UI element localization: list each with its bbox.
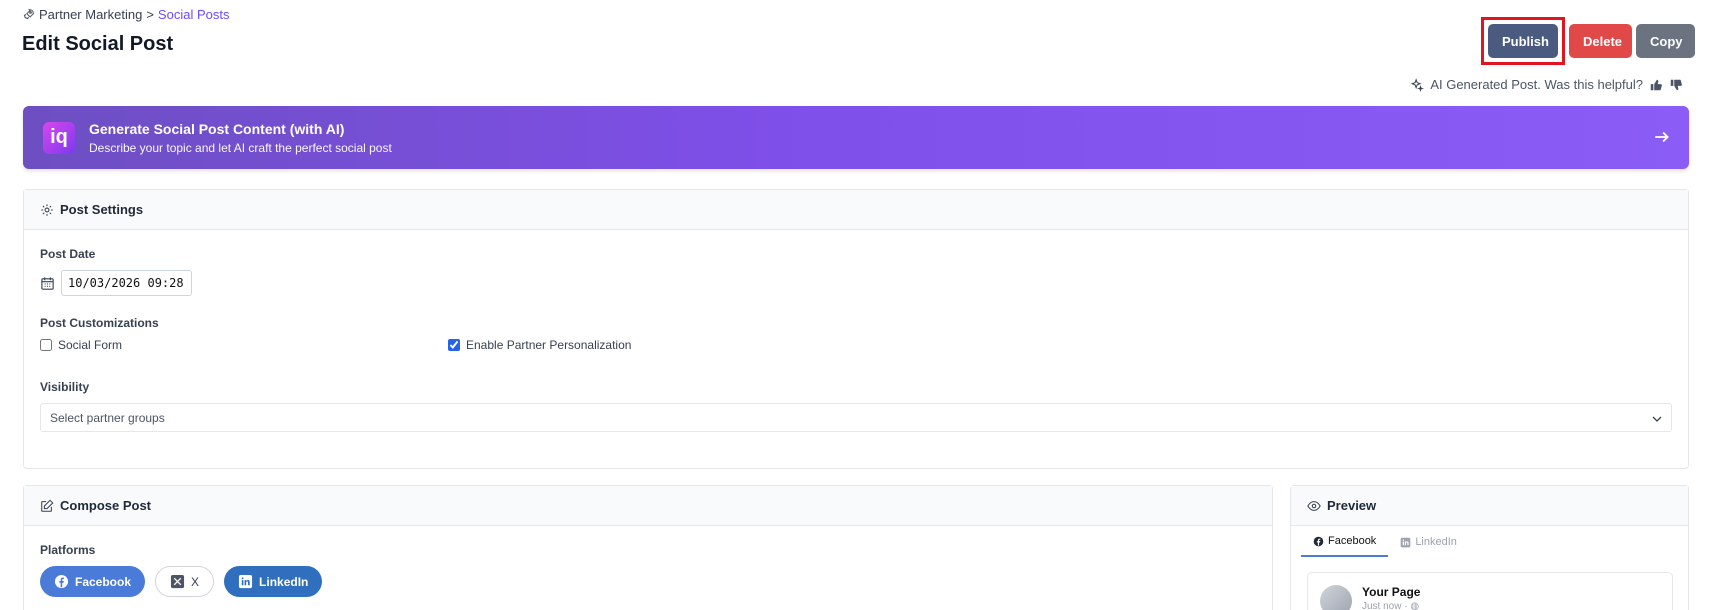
- post-settings-header: Post Settings: [24, 190, 1688, 230]
- linkedin-icon: [1401, 537, 1411, 547]
- platform-linkedin-label: LinkedIn: [259, 574, 309, 589]
- tab-facebook[interactable]: Facebook: [1301, 527, 1389, 557]
- rocket-icon: [23, 9, 34, 20]
- thumbs-up-icon[interactable]: [1649, 78, 1663, 92]
- preview-header: Preview: [1291, 486, 1688, 526]
- calendar-icon[interactable]: [40, 276, 55, 291]
- visibility-label: Visibility: [40, 380, 90, 394]
- ai-banner-subtitle: Describe your topic and let AI craft the…: [89, 140, 392, 155]
- breadcrumb: Partner Marketing > Social Posts: [22, 7, 229, 22]
- platform-linkedin[interactable]: LinkedIn: [224, 566, 323, 597]
- tab-facebook-label: Facebook: [1328, 535, 1377, 547]
- facebook-preview-post: Your Page Just now · ◍: [1307, 572, 1673, 610]
- platform-x-label: X: [191, 574, 200, 589]
- breadcrumb-current[interactable]: Social Posts: [158, 7, 230, 22]
- compose-post-card: Compose Post Platforms Facebook X Linked…: [23, 485, 1273, 610]
- tab-linkedin[interactable]: LinkedIn: [1388, 527, 1469, 557]
- platform-facebook[interactable]: Facebook: [40, 566, 146, 597]
- post-settings-title: Post Settings: [60, 202, 144, 217]
- arrow-right-icon[interactable]: [1653, 128, 1671, 146]
- compose-post-header: Compose Post: [24, 486, 1272, 526]
- copy-button[interactable]: Copy: [1636, 24, 1695, 58]
- action-buttons: Publish Delete Copy: [1481, 17, 1695, 65]
- delete-button[interactable]: Delete: [1569, 24, 1632, 58]
- breadcrumb-parent[interactable]: Partner Marketing: [39, 7, 142, 22]
- preview-tabs: Facebook LinkedIn: [1301, 527, 1469, 557]
- ai-banner-text: Generate Social Post Content (with AI) D…: [89, 121, 392, 155]
- post-settings-card: Post Settings Post Date Post Customizati…: [23, 189, 1689, 469]
- edit-icon: [41, 499, 54, 512]
- chevron-down-icon: [1652, 416, 1662, 422]
- partner-groups-placeholder: Select partner groups: [50, 410, 165, 425]
- post-date-label: Post Date: [40, 247, 96, 261]
- tab-linkedin-label: LinkedIn: [1415, 536, 1457, 548]
- platform-facebook-label: Facebook: [75, 574, 132, 589]
- publish-button[interactable]: Publish: [1488, 24, 1558, 58]
- breadcrumb-separator: >: [146, 7, 154, 22]
- sparkle-icon: [1410, 77, 1425, 92]
- social-form-option[interactable]: Social Form: [40, 338, 122, 352]
- platform-x[interactable]: X: [155, 566, 215, 597]
- partner-personalization-option[interactable]: Enable Partner Personalization: [448, 338, 631, 352]
- page-title: Edit Social Post: [22, 33, 174, 55]
- ai-feedback-text: AI Generated Post. Was this helpful?: [1430, 77, 1643, 92]
- preview-card: Preview Facebook LinkedIn Your Page Just…: [1290, 485, 1689, 610]
- eye-icon: [1307, 500, 1321, 511]
- preview-page-name: Your Page: [1362, 585, 1421, 599]
- social-form-checkbox[interactable]: [40, 339, 52, 351]
- gear-icon: [41, 203, 53, 216]
- preview-post-time-text: Just now ·: [1362, 601, 1411, 610]
- globe-icon: ◍: [1410, 601, 1420, 610]
- thumbs-down-icon[interactable]: [1669, 78, 1683, 92]
- partner-groups-select[interactable]: Select partner groups: [40, 403, 1672, 432]
- avatar: [1320, 585, 1352, 610]
- ai-generate-banner[interactable]: iq Generate Social Post Content (with AI…: [23, 106, 1689, 169]
- linkedin-icon: [238, 574, 253, 589]
- platforms-label: Platforms: [40, 543, 96, 557]
- post-date-row: [40, 270, 192, 296]
- publish-highlight: Publish: [1481, 17, 1565, 65]
- ai-feedback: AI Generated Post. Was this helpful?: [1410, 77, 1683, 92]
- post-customizations-label: Post Customizations: [40, 316, 159, 330]
- social-form-label: Social Form: [58, 338, 123, 352]
- facebook-icon: [54, 574, 69, 589]
- x-logo-icon: [170, 574, 185, 589]
- facebook-icon: [1313, 536, 1324, 546]
- platform-chips: Facebook X LinkedIn: [40, 566, 323, 597]
- compose-post-title: Compose Post: [60, 498, 152, 513]
- partner-personalization-checkbox[interactable]: [448, 339, 460, 351]
- iq-logo: iq: [43, 121, 75, 154]
- preview-title: Preview: [1327, 498, 1377, 513]
- ai-banner-title: Generate Social Post Content (with AI): [89, 120, 345, 137]
- preview-post-time: Just now · ◍: [1362, 601, 1419, 610]
- post-date-input[interactable]: [61, 270, 192, 296]
- partner-personalization-label: Enable Partner Personalization: [466, 338, 632, 352]
